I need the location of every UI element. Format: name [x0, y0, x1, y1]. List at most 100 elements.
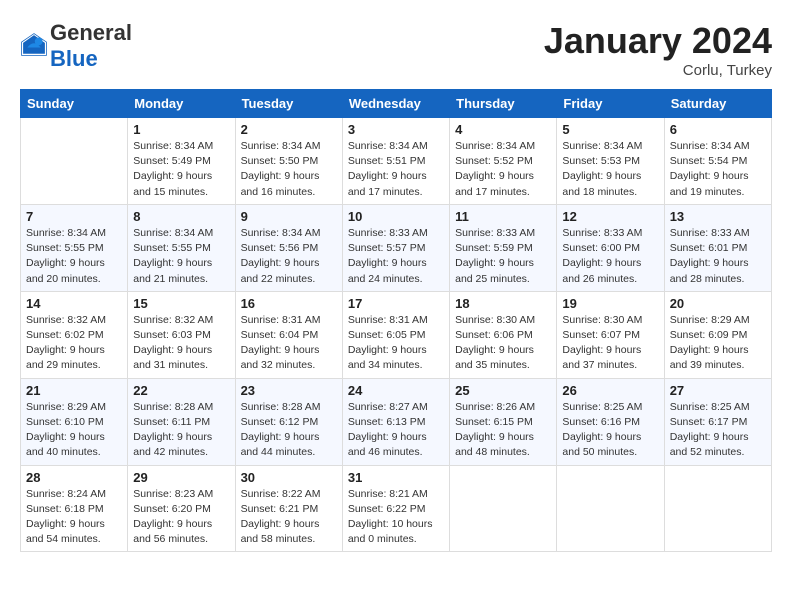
- day-info: Sunrise: 8:31 AMSunset: 6:04 PMDaylight:…: [241, 313, 337, 374]
- page-header: General Blue January 2024 Corlu, Turkey: [20, 20, 772, 79]
- day-number: 29: [133, 470, 229, 485]
- calendar-cell: 9Sunrise: 8:34 AMSunset: 5:56 PMDaylight…: [235, 204, 342, 291]
- day-info: Sunrise: 8:33 AMSunset: 5:57 PMDaylight:…: [348, 226, 444, 287]
- day-info: Sunrise: 8:34 AMSunset: 5:50 PMDaylight:…: [241, 139, 337, 200]
- calendar-cell: 8Sunrise: 8:34 AMSunset: 5:55 PMDaylight…: [128, 204, 235, 291]
- day-number: 2: [241, 122, 337, 137]
- calendar-header: Sunday Monday Tuesday Wednesday Thursday…: [21, 90, 772, 118]
- calendar-week-row: 28Sunrise: 8:24 AMSunset: 6:18 PMDayligh…: [21, 465, 772, 552]
- day-number: 7: [26, 209, 122, 224]
- calendar-cell: 18Sunrise: 8:30 AMSunset: 6:06 PMDayligh…: [450, 291, 557, 378]
- col-tuesday: Tuesday: [235, 90, 342, 118]
- day-number: 15: [133, 296, 229, 311]
- day-number: 20: [670, 296, 766, 311]
- day-info: Sunrise: 8:34 AMSunset: 5:51 PMDaylight:…: [348, 139, 444, 200]
- day-number: 16: [241, 296, 337, 311]
- calendar-cell: 2 Sunrise: 8:34 AMSunset: 5:50 PMDaylight…: [235, 118, 342, 205]
- day-info: Sunrise: 8:21 AMSunset: 6:22 PMDaylight:…: [348, 487, 444, 548]
- calendar-cell: [450, 465, 557, 552]
- calendar-cell: 22Sunrise: 8:28 AMSunset: 6:11 PMDayligh…: [128, 378, 235, 465]
- day-info: Sunrise: 8:34 AMSunset: 5:53 PMDaylight:…: [562, 139, 658, 200]
- day-info: Sunrise: 8:32 AMSunset: 6:03 PMDaylight:…: [133, 313, 229, 374]
- calendar-cell: 7Sunrise: 8:34 AMSunset: 5:55 PMDaylight…: [21, 204, 128, 291]
- day-number: 3: [348, 122, 444, 137]
- day-number: 26: [562, 383, 658, 398]
- day-number: 11: [455, 209, 551, 224]
- day-info: Sunrise: 8:22 AMSunset: 6:21 PMDaylight:…: [241, 487, 337, 548]
- calendar-cell: 3 Sunrise: 8:34 AMSunset: 5:51 PMDaylight…: [342, 118, 449, 205]
- logo: General Blue: [20, 20, 132, 72]
- day-number: 10: [348, 209, 444, 224]
- day-number: 4: [455, 122, 551, 137]
- calendar-cell: 17 Sunrise: 8:31 AMSunset: 6:05 PMDayligh…: [342, 291, 449, 378]
- calendar-cell: 29 Sunrise: 8:23 AMSunset: 6:20 PMDayligh…: [128, 465, 235, 552]
- day-info: Sunrise: 8:30 AMSunset: 6:07 PMDaylight:…: [562, 313, 658, 374]
- title-block: January 2024 Corlu, Turkey: [544, 20, 772, 79]
- calendar-cell: [664, 465, 771, 552]
- col-wednesday: Wednesday: [342, 90, 449, 118]
- day-number: 31: [348, 470, 444, 485]
- calendar-cell: [557, 465, 664, 552]
- day-info: Sunrise: 8:34 AMSunset: 5:49 PMDaylight:…: [133, 139, 229, 200]
- calendar-week-row: 7 Sunrise: 8:34 AMSunset: 5:55 PMDaylight…: [21, 204, 772, 291]
- day-info: Sunrise: 8:23 AMSunset: 6:20 PMDaylight:…: [133, 487, 229, 548]
- day-info: Sunrise: 8:33 AMSunset: 6:01 PMDaylight:…: [670, 226, 766, 287]
- col-saturday: Saturday: [664, 90, 771, 118]
- day-number: 21: [26, 383, 122, 398]
- calendar-body: 1 Sunrise: 8:34 AMSunset: 5:49 PMDaylight…: [21, 118, 772, 552]
- day-info: Sunrise: 8:34 AMSunset: 5:56 PMDaylight:…: [241, 226, 337, 287]
- day-info: Sunrise: 8:24 AMSunset: 6:18 PMDaylight:…: [26, 487, 122, 548]
- day-info: Sunrise: 8:25 AMSunset: 6:17 PMDaylight:…: [670, 400, 766, 461]
- month-title: January 2024: [544, 20, 772, 62]
- day-info: Sunrise: 8:33 AMSunset: 6:00 PMDaylight:…: [562, 226, 658, 287]
- calendar-week-row: 14 Sunrise: 8:32 AMSunset: 6:02 PMDayligh…: [21, 291, 772, 378]
- day-number: 5: [562, 122, 658, 137]
- day-number: 25: [455, 383, 551, 398]
- calendar-cell: 15 Sunrise: 8:32 AMSunset: 6:03 PMDayligh…: [128, 291, 235, 378]
- day-number: 30: [241, 470, 337, 485]
- day-number: 17: [348, 296, 444, 311]
- calendar-cell: 13Sunrise: 8:33 AMSunset: 6:01 PMDayligh…: [664, 204, 771, 291]
- calendar-cell: 14 Sunrise: 8:32 AMSunset: 6:02 PMDayligh…: [21, 291, 128, 378]
- calendar-cell: 24Sunrise: 8:27 AMSunset: 6:13 PMDayligh…: [342, 378, 449, 465]
- calendar-cell: 6Sunrise: 8:34 AMSunset: 5:54 PMDaylight…: [664, 118, 771, 205]
- header-row: Sunday Monday Tuesday Wednesday Thursday…: [21, 90, 772, 118]
- day-info: Sunrise: 8:31 AMSunset: 6:05 PMDaylight:…: [348, 313, 444, 374]
- day-number: 18: [455, 296, 551, 311]
- day-info: Sunrise: 8:25 AMSunset: 6:16 PMDaylight:…: [562, 400, 658, 461]
- day-number: 1: [133, 122, 229, 137]
- logo-text: General Blue: [50, 20, 132, 72]
- day-info: Sunrise: 8:28 AMSunset: 6:11 PMDaylight:…: [133, 400, 229, 461]
- calendar-table: Sunday Monday Tuesday Wednesday Thursday…: [20, 89, 772, 552]
- day-info: Sunrise: 8:26 AMSunset: 6:15 PMDaylight:…: [455, 400, 551, 461]
- calendar-cell: 11 Sunrise: 8:33 AMSunset: 5:59 PMDayligh…: [450, 204, 557, 291]
- day-number: 12: [562, 209, 658, 224]
- calendar-cell: 31 Sunrise: 8:21 AMSunset: 6:22 PMDayligh…: [342, 465, 449, 552]
- col-monday: Monday: [128, 90, 235, 118]
- day-info: Sunrise: 8:34 AMSunset: 5:54 PMDaylight:…: [670, 139, 766, 200]
- calendar-cell: 23Sunrise: 8:28 AMSunset: 6:12 PMDayligh…: [235, 378, 342, 465]
- calendar-cell: 12 Sunrise: 8:33 AMSunset: 6:00 PMDayligh…: [557, 204, 664, 291]
- calendar-cell: 28Sunrise: 8:24 AMSunset: 6:18 PMDayligh…: [21, 465, 128, 552]
- day-info: Sunrise: 8:32 AMSunset: 6:02 PMDaylight:…: [26, 313, 122, 374]
- calendar-cell: 21Sunrise: 8:29 AMSunset: 6:10 PMDayligh…: [21, 378, 128, 465]
- day-number: 19: [562, 296, 658, 311]
- calendar-cell: 30 Sunrise: 8:22 AMSunset: 6:21 PMDayligh…: [235, 465, 342, 552]
- day-info: Sunrise: 8:34 AMSunset: 5:55 PMDaylight:…: [133, 226, 229, 287]
- day-number: 23: [241, 383, 337, 398]
- day-info: Sunrise: 8:33 AMSunset: 5:59 PMDaylight:…: [455, 226, 551, 287]
- day-info: Sunrise: 8:29 AMSunset: 6:09 PMDaylight:…: [670, 313, 766, 374]
- calendar-cell: [21, 118, 128, 205]
- calendar-week-row: 1 Sunrise: 8:34 AMSunset: 5:49 PMDaylight…: [21, 118, 772, 205]
- col-sunday: Sunday: [21, 90, 128, 118]
- calendar-cell: 27Sunrise: 8:25 AMSunset: 6:17 PMDayligh…: [664, 378, 771, 465]
- calendar-cell: 20 Sunrise: 8:29 AMSunset: 6:09 PMDayligh…: [664, 291, 771, 378]
- calendar-cell: 19 Sunrise: 8:30 AMSunset: 6:07 PMDayligh…: [557, 291, 664, 378]
- calendar-cell: 4Sunrise: 8:34 AMSunset: 5:52 PMDaylight…: [450, 118, 557, 205]
- day-number: 14: [26, 296, 122, 311]
- col-thursday: Thursday: [450, 90, 557, 118]
- logo-blue-text: Blue: [50, 46, 98, 71]
- location-subtitle: Corlu, Turkey: [544, 62, 772, 79]
- calendar-cell: 1 Sunrise: 8:34 AMSunset: 5:49 PMDaylight…: [128, 118, 235, 205]
- day-number: 24: [348, 383, 444, 398]
